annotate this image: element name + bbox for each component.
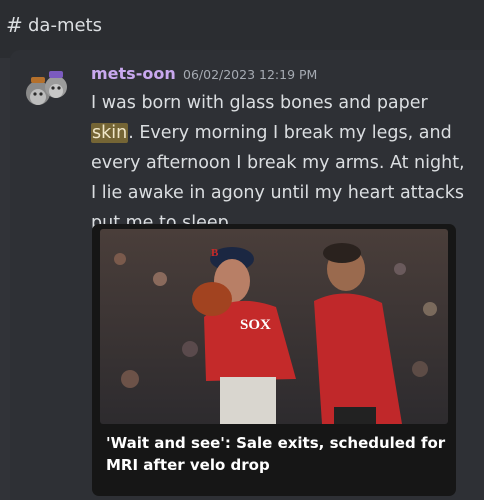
highlighted-word: skin: [91, 123, 129, 143]
channel-name[interactable]: da-mets: [28, 15, 102, 36]
cap-logo: B: [211, 247, 219, 259]
embed-image[interactable]: SOX B: [100, 229, 448, 424]
message-timestamp: 06/02/2023 12:19 PM: [183, 67, 318, 82]
message-content: I was born with glass bones and paper sk…: [91, 88, 471, 238]
message-author[interactable]: mets-oon: [91, 64, 176, 83]
user-avatar[interactable]: [24, 67, 72, 111]
message-text-part: . Every morning I break my legs, and eve…: [91, 123, 465, 233]
channel-hash-icon: #: [6, 13, 23, 37]
link-embed[interactable]: SOX B 'Wait and see': Sale exits, schedu…: [92, 224, 456, 496]
jersey-text: SOX: [240, 317, 271, 333]
embed-title[interactable]: 'Wait and see': Sale exits, scheduled fo…: [106, 432, 446, 476]
message-text-part: I was born with glass bones and paper: [91, 93, 428, 113]
